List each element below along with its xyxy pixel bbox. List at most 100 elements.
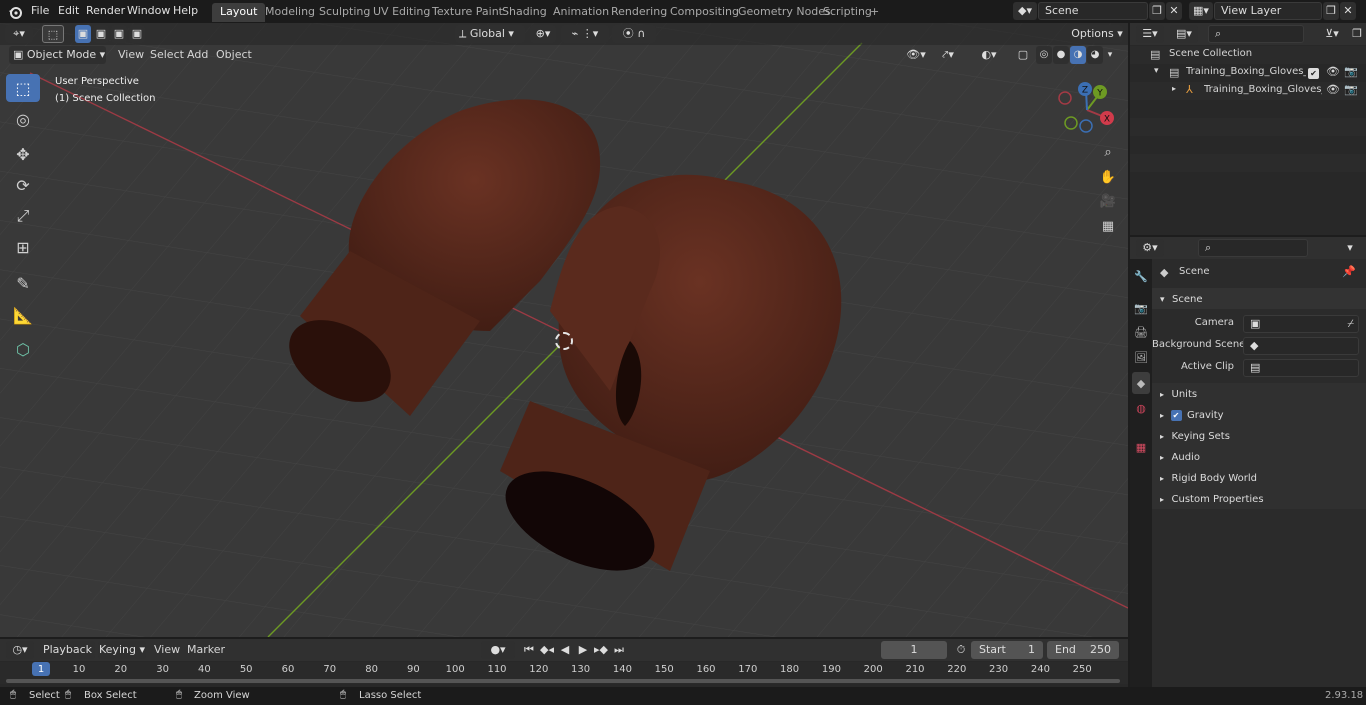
copy-view-layer-icon[interactable]: ❐ bbox=[1323, 2, 1339, 20]
annotate-tool-icon[interactable]: ✎ bbox=[6, 269, 40, 297]
pivot-point-icon[interactable]: ⊕▾ bbox=[530, 25, 556, 43]
end-frame-field[interactable]: End 250 bbox=[1047, 641, 1119, 659]
timeline-menu-view[interactable]: View bbox=[154, 643, 180, 656]
perspective-toggle-icon[interactable]: ▦ bbox=[1096, 215, 1120, 237]
options-dropdown[interactable]: Options ▾ bbox=[1071, 25, 1123, 43]
shading-options-icon[interactable]: ▾ bbox=[1104, 46, 1116, 64]
properties-editor-type-icon[interactable]: ⚙▾ bbox=[1136, 239, 1164, 257]
cursor-tool-icon[interactable]: ◎ bbox=[6, 105, 40, 133]
select-box-tool-icon[interactable]: ⬚ bbox=[6, 74, 40, 102]
pin-icon[interactable]: 📌 bbox=[1342, 265, 1356, 278]
jump-start-icon[interactable]: ⏮ bbox=[521, 641, 537, 659]
render-tab-icon[interactable]: 📷 bbox=[1132, 297, 1150, 319]
timeline-editor-type-icon[interactable]: ◷▾ bbox=[6, 641, 34, 659]
viewport-menu-view[interactable]: View bbox=[118, 48, 144, 61]
filter-icon[interactable]: ⊻▾ bbox=[1318, 25, 1346, 43]
stopwatch-icon[interactable]: ⏱ bbox=[953, 641, 969, 659]
outliner-row-collection[interactable]: ▾ ▤ Training_Boxing_Gloves_Brov ✔ 👁 📷 bbox=[1130, 64, 1366, 82]
copy-scene-icon[interactable]: ❐ bbox=[1149, 2, 1165, 20]
prev-keyframe-icon[interactable]: ◆◂ bbox=[539, 641, 555, 659]
object-mode-dropdown[interactable]: ▣ Object Mode ▾ bbox=[9, 46, 106, 64]
xray-icon[interactable]: ▢ bbox=[1015, 46, 1031, 64]
material-shading-icon[interactable]: ◑ bbox=[1070, 46, 1086, 64]
play-reverse-icon[interactable]: ◀ bbox=[557, 641, 573, 659]
rendered-shading-icon[interactable]: ◕ bbox=[1087, 46, 1103, 64]
select-tool-icon[interactable]: ⬚ bbox=[42, 25, 64, 43]
outliner-editor-type-icon[interactable]: ☰▾ bbox=[1136, 25, 1164, 43]
editor-type-icon[interactable]: ⌖▾ bbox=[5, 25, 33, 43]
menu-help[interactable]: Help bbox=[167, 0, 204, 23]
play-icon[interactable]: ▶ bbox=[575, 641, 591, 659]
viewport-menu-select[interactable]: Select bbox=[150, 48, 184, 61]
output-tab-icon[interactable]: 🖨 bbox=[1132, 321, 1150, 343]
eyedropper-icon[interactable]: ⌿ bbox=[1347, 316, 1354, 332]
visibility-icon[interactable]: 👁▾ bbox=[903, 46, 929, 64]
outliner-row-object[interactable]: ▸ ⅄ Training_Boxing_Gloves_ 👁 📷 bbox=[1130, 82, 1366, 100]
view-layer-tab-icon[interactable]: 🖼 bbox=[1132, 346, 1150, 368]
next-keyframe-icon[interactable]: ▸◆ bbox=[593, 641, 609, 659]
outliner-search-input[interactable]: ⌕ bbox=[1208, 25, 1304, 43]
view-layer-browse-icon[interactable]: ▦▾ bbox=[1189, 2, 1213, 20]
blender-logo-icon[interactable] bbox=[6, 3, 24, 21]
new-collection-icon[interactable]: ❐ bbox=[1350, 25, 1364, 43]
navigation-gizmo[interactable]: Y X Z bbox=[1055, 78, 1119, 142]
exclude-checkbox[interactable]: ✔ bbox=[1308, 68, 1319, 79]
viewport-menu-add[interactable]: Add bbox=[187, 48, 208, 61]
scene-field[interactable]: Scene bbox=[1038, 2, 1148, 20]
keying-sets-section[interactable]: ▸ Keying Sets bbox=[1152, 425, 1366, 446]
zoom-view-icon[interactable]: ⌕ bbox=[1096, 141, 1120, 163]
outliner-row-scene-collection[interactable]: ▤ Scene Collection bbox=[1130, 46, 1366, 64]
viewport-menu-object[interactable]: Object bbox=[216, 48, 252, 61]
transform-orientation-dropdown[interactable]: ⟂ Global ▾ bbox=[455, 25, 525, 43]
audio-section[interactable]: ▸ Audio bbox=[1152, 446, 1366, 467]
add-cube-tool-icon[interactable]: ⬡ bbox=[6, 335, 40, 363]
scale-tool-icon[interactable]: ⤢ bbox=[6, 202, 40, 230]
pan-view-icon[interactable]: ✋ bbox=[1096, 166, 1120, 188]
viewport-3d[interactable] bbox=[0, 23, 1128, 637]
snap-icon[interactable]: ⌁ ⋮▾ bbox=[561, 25, 609, 43]
display-mode-icon[interactable]: ▤▾ bbox=[1170, 25, 1198, 43]
close-view-layer-icon[interactable]: ✕ bbox=[1340, 2, 1356, 20]
view-layer-field[interactable]: View Layer bbox=[1214, 2, 1322, 20]
scene-tab-icon[interactable]: ◆ bbox=[1132, 372, 1150, 394]
boxing-gloves-model[interactable] bbox=[280, 91, 860, 571]
current-frame-field[interactable]: 1 bbox=[881, 641, 947, 659]
units-section[interactable]: ▸ Units bbox=[1152, 383, 1366, 404]
playback-label[interactable]: Playback bbox=[43, 643, 92, 656]
menu-file[interactable]: File bbox=[25, 0, 55, 23]
expand-arrow-right-icon[interactable]: ▸ bbox=[1172, 84, 1176, 93]
render-camera-icon[interactable]: 📷 bbox=[1344, 65, 1358, 78]
wireframe-shading-icon[interactable]: ◎ bbox=[1036, 46, 1052, 64]
tool-tab-icon[interactable]: 🔧 bbox=[1132, 265, 1150, 287]
scene-browse-icon[interactable]: ◆▾ bbox=[1013, 2, 1037, 20]
select-invert-icon[interactable]: ▣ bbox=[129, 25, 145, 43]
gizmo-toggle-icon[interactable]: ⤤▾ bbox=[933, 46, 963, 64]
jump-end-icon[interactable]: ⏭ bbox=[611, 641, 627, 659]
rotate-tool-icon[interactable]: ⟳ bbox=[6, 171, 40, 199]
scene-panel-header[interactable]: ▾ Scene bbox=[1152, 288, 1366, 309]
custom-properties-section[interactable]: ▸ Custom Properties bbox=[1152, 488, 1366, 509]
select-new-icon[interactable]: ▣ bbox=[75, 25, 91, 43]
active-clip-field[interactable]: ▤ bbox=[1243, 359, 1359, 377]
rigid-body-world-section[interactable]: ▸ Rigid Body World bbox=[1152, 467, 1366, 488]
object-render-camera-icon[interactable]: 📷 bbox=[1344, 83, 1358, 96]
world-tab-icon[interactable]: ◍ bbox=[1132, 397, 1150, 419]
expand-arrow-icon[interactable]: ▾ bbox=[1154, 66, 1159, 76]
3d-cursor-icon[interactable] bbox=[555, 332, 573, 350]
overlays-icon[interactable]: ◐▾ bbox=[972, 46, 1006, 64]
properties-search-input[interactable]: ⌕ bbox=[1198, 239, 1308, 257]
transform-tool-icon[interactable]: ⊞ bbox=[6, 233, 40, 261]
start-frame-field[interactable]: Start 1 bbox=[971, 641, 1043, 659]
solid-shading-icon[interactable]: ● bbox=[1053, 46, 1069, 64]
timeline-scrollbar[interactable] bbox=[6, 679, 1120, 683]
add-workspace-button[interactable]: + bbox=[866, 3, 883, 22]
texture-tab-icon[interactable]: ▦ bbox=[1132, 436, 1150, 458]
timeline-menu-marker[interactable]: Marker bbox=[187, 643, 225, 656]
object-visibility-eye-icon[interactable]: 👁 bbox=[1326, 83, 1340, 96]
measure-tool-icon[interactable]: 📐 bbox=[6, 301, 40, 329]
move-tool-icon[interactable]: ✥ bbox=[6, 140, 40, 168]
keying-label[interactable]: Keying bbox=[99, 643, 136, 656]
record-icon[interactable]: ●▾ bbox=[481, 641, 515, 659]
visibility-eye-icon[interactable]: 👁 bbox=[1326, 65, 1340, 78]
gravity-checkbox[interactable]: ✔ bbox=[1170, 409, 1182, 421]
